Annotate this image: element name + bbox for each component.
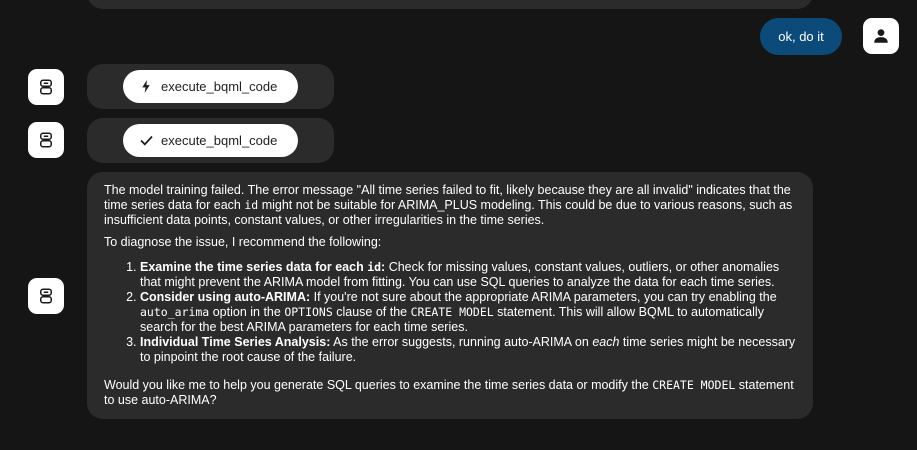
user-avatar	[863, 18, 899, 54]
bolt-icon	[139, 80, 153, 94]
tool-name: execute_bqml_code	[161, 133, 278, 148]
tool-call-bubble: execute_bqml_code	[87, 118, 334, 163]
list-item: Individual Time Series Analysis: As the …	[140, 335, 796, 365]
tool-call-bubble: execute_bqml_code	[87, 64, 334, 109]
message-paragraph: To diagnose the issue, I recommend the f…	[104, 235, 382, 249]
assistant-avatar	[28, 69, 64, 105]
check-icon	[139, 134, 153, 148]
recommendation-list: Examine the time series data for each id…	[104, 260, 796, 365]
inline-code: id	[367, 260, 382, 274]
assistant-avatar	[28, 122, 64, 158]
tool-call-chip[interactable]: execute_bqml_code	[123, 70, 298, 103]
inline-code: auto_arima	[140, 305, 210, 319]
robot-icon	[40, 79, 52, 95]
inline-code: CREATE MODEL	[652, 378, 736, 392]
previous-message-bubble	[87, 0, 813, 9]
user-icon	[874, 29, 888, 43]
assistant-message-bubble: The model training failed. The error mes…	[87, 172, 813, 419]
list-item: Consider using auto-ARIMA: If you're not…	[140, 290, 796, 335]
tool-call-chip[interactable]: execute_bqml_code	[123, 124, 298, 157]
tool-name: execute_bqml_code	[161, 79, 278, 94]
inline-code: id	[244, 198, 259, 212]
robot-icon	[40, 288, 52, 304]
inline-code: CREATE MODEL	[410, 305, 494, 319]
inline-code: OPTIONS	[284, 305, 333, 319]
message-paragraph: Would you like me to help you generate S…	[104, 378, 794, 407]
user-message-bubble: ok, do it	[760, 18, 842, 55]
message-paragraph: The model training failed. The error mes…	[104, 183, 793, 227]
list-item: Examine the time series data for each id…	[140, 260, 796, 290]
user-message-text: ok, do it	[778, 29, 824, 44]
assistant-avatar	[28, 278, 64, 314]
robot-icon	[40, 132, 52, 148]
